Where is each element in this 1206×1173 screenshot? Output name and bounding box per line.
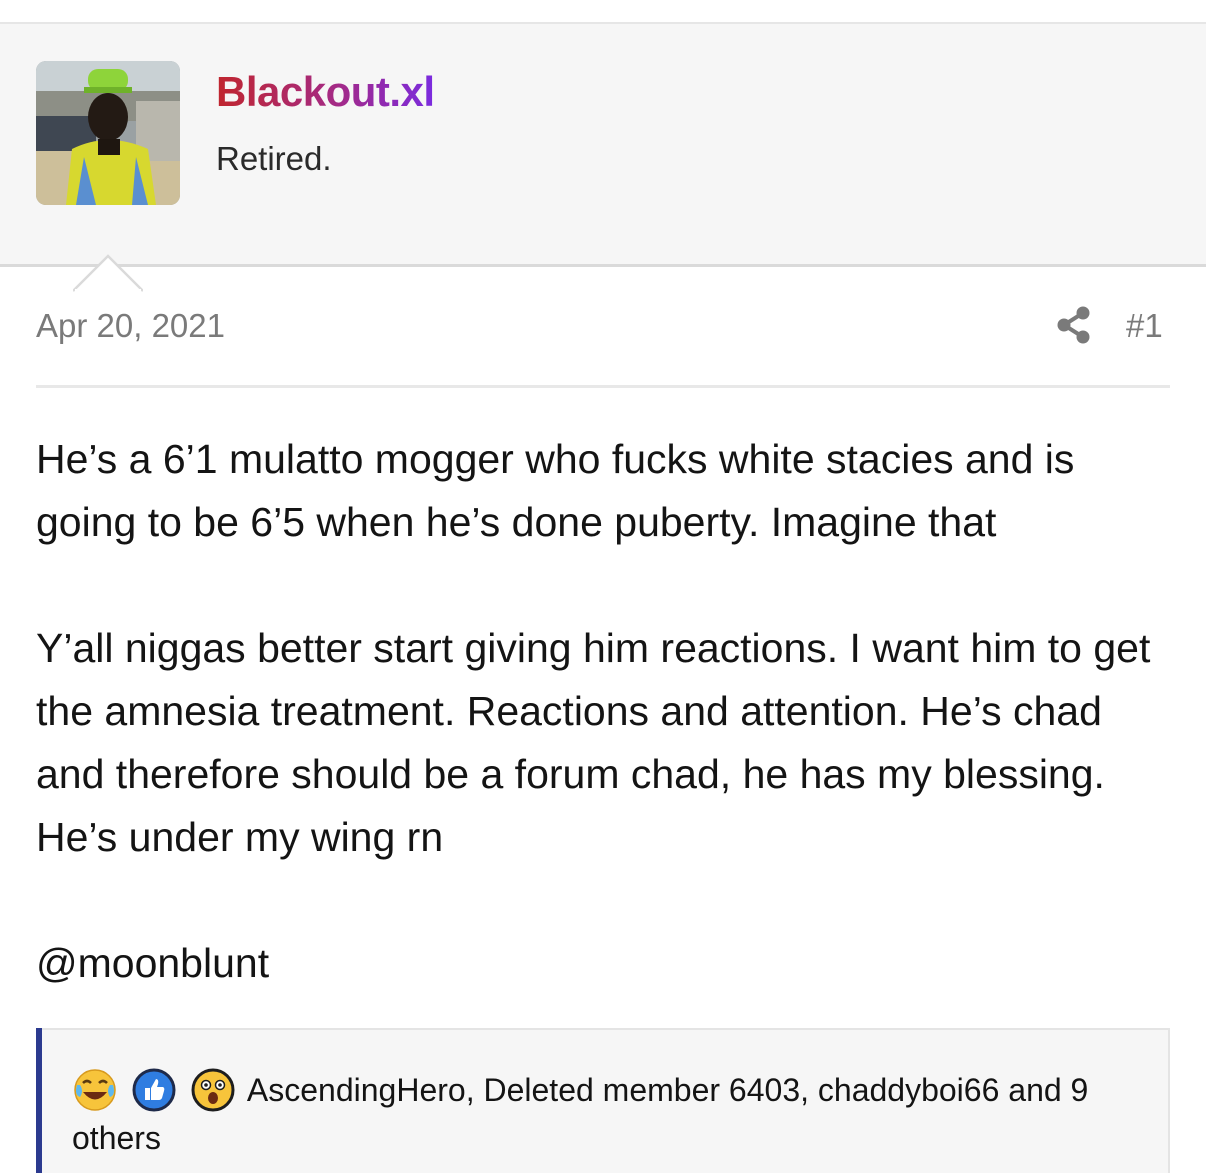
like-icon — [132, 1068, 176, 1112]
share-icon[interactable] — [1054, 305, 1094, 345]
top-divider — [0, 0, 1206, 24]
reaction-summary[interactable]: AscendingHero, Deleted member 6403, chad… — [72, 1066, 1152, 1162]
caret-pointer-icon — [73, 254, 143, 292]
meta-divider — [36, 385, 1170, 388]
avatar-image — [36, 61, 180, 205]
post-number-link[interactable]: #1 — [1126, 307, 1163, 345]
mention-link[interactable]: @moonblunt — [36, 932, 1176, 995]
reactions-bar: AscendingHero, Deleted member 6403, chad… — [36, 1028, 1170, 1173]
post-paragraph: Y’all niggas better start giving him rea… — [36, 625, 1151, 860]
forum-post-page: Blackout.xl Retired. Apr 20, 2021 #1 He’… — [0, 0, 1206, 1173]
shocked-face-icon — [191, 1068, 235, 1112]
avatar[interactable] — [36, 61, 180, 205]
username-link[interactable]: Blackout.xl — [216, 68, 435, 116]
post-meta: Apr 20, 2021 #1 — [36, 303, 1170, 363]
post-body: He’s a 6’1 mulatto mogger who fucks whit… — [36, 428, 1176, 995]
user-header: Blackout.xl Retired. — [0, 24, 1206, 292]
post-paragraph: He’s a 6’1 mulatto mogger who fucks whit… — [36, 436, 1075, 545]
crying-laughing-icon — [74, 1069, 116, 1111]
user-title: Retired. — [216, 140, 332, 177]
post-date[interactable]: Apr 20, 2021 — [36, 307, 225, 345]
reactions-accent — [36, 1028, 42, 1173]
